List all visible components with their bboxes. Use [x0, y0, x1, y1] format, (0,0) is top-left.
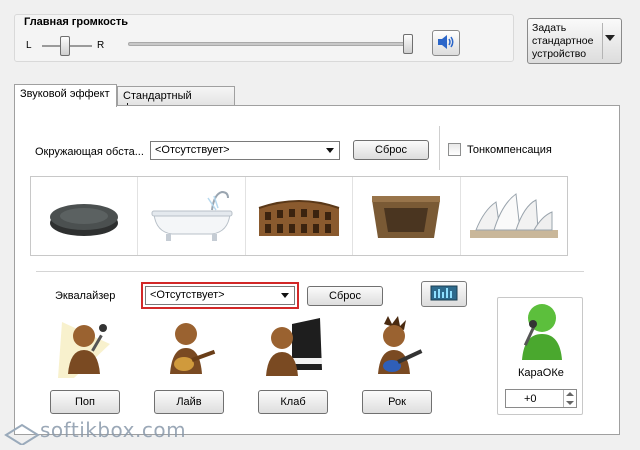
speaker-icon	[436, 34, 456, 53]
live-guitar-icon[interactable]	[158, 314, 222, 380]
environment-preset-stone-room[interactable]	[353, 177, 461, 255]
preset-pop-button[interactable]: Поп	[50, 390, 120, 414]
preset-live-button[interactable]: Лайв	[154, 390, 224, 414]
environment-preset-stone-disc[interactable]	[31, 177, 139, 255]
master-volume-title: Главная громкость	[24, 16, 129, 28]
loudness-label: Тонкомпенсация	[467, 144, 552, 156]
environment-preset-colosseum[interactable]	[246, 177, 354, 255]
chevron-up-icon[interactable]	[566, 392, 574, 396]
graphic-equalizer-button[interactable]	[421, 281, 467, 307]
club-piano-icon[interactable]	[262, 314, 326, 380]
chevron-down-icon[interactable]	[605, 35, 615, 41]
tab-sound-effect[interactable]: Звуковой эффект	[14, 84, 117, 107]
volume-slider-thumb[interactable]	[403, 34, 413, 54]
karaoke-label: КараОКе	[518, 367, 564, 379]
chevron-down-icon	[326, 148, 334, 153]
set-default-device-button[interactable]: Задать стандартное устройство	[527, 18, 622, 64]
mute-button[interactable]	[432, 30, 460, 56]
volume-slider-track[interactable]	[128, 42, 413, 46]
chevron-down-icon[interactable]	[566, 401, 574, 405]
environment-preset-bathtub[interactable]	[138, 177, 246, 255]
preset-rock-button[interactable]: Рок	[362, 390, 432, 414]
loudness-checkbox[interactable]	[448, 143, 461, 156]
equalizer-select-value: <Отсутствует>	[150, 289, 225, 301]
karaoke-key-spinner[interactable]: +0	[505, 389, 577, 408]
balance-right-label: R	[97, 40, 105, 51]
watermark-logo-icon	[2, 421, 42, 448]
pop-singer-icon[interactable]	[54, 314, 118, 380]
balance-left-label: L	[26, 40, 32, 51]
environment-reset-button[interactable]: Сброс	[353, 140, 429, 160]
rock-guitar-icon[interactable]	[366, 314, 430, 380]
environment-select[interactable]: <Отсутствует>	[150, 141, 340, 160]
karaoke-singer-icon[interactable]	[508, 300, 572, 362]
chevron-down-icon	[281, 293, 289, 298]
balance-slider-thumb[interactable]	[60, 36, 70, 56]
section-divider	[36, 271, 584, 272]
environment-select-value: <Отсутствует>	[155, 144, 230, 156]
environment-label: Окружающая обста...	[35, 146, 144, 158]
dropdown-separator	[602, 23, 603, 59]
equalizer-select[interactable]: <Отсутствует>	[145, 286, 295, 305]
opera-house-icon	[469, 193, 558, 238]
bathtub-icon	[151, 190, 233, 241]
environment-preset-opera-house[interactable]	[461, 177, 567, 255]
equalizer-reset-button[interactable]: Сброс	[307, 286, 383, 306]
equalizer-label: Эквалайзер	[55, 290, 116, 302]
karaoke-key-value: +0	[524, 393, 537, 405]
tab-default-format[interactable]: Стандартный формат	[117, 86, 235, 114]
stone-room-icon	[372, 196, 441, 238]
set-default-device-label: Задать стандартное устройство	[532, 22, 594, 60]
colosseum-icon	[258, 200, 340, 236]
equalizer-graph-icon	[430, 285, 458, 304]
divider	[439, 126, 440, 170]
spinner-buttons[interactable]	[563, 390, 576, 407]
stone-disc-icon	[50, 204, 119, 236]
watermark-text: softikbox.com	[40, 418, 187, 442]
environment-presets	[30, 176, 568, 256]
preset-club-button[interactable]: Клаб	[258, 390, 328, 414]
